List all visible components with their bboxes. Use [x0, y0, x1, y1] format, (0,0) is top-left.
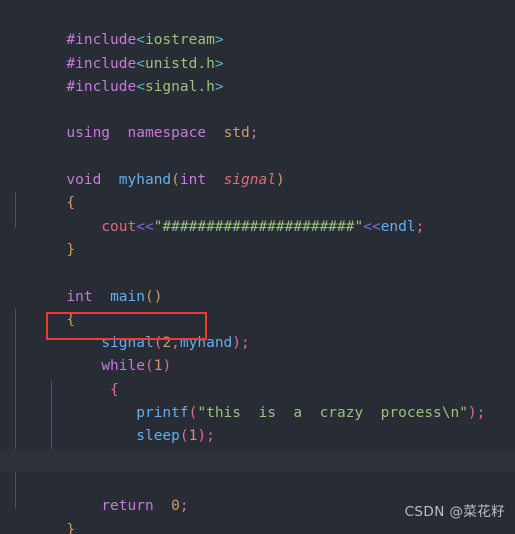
code-line[interactable]: cout<<"######################"<<endl;	[0, 192, 515, 235]
code-line-blank-active[interactable]	[0, 448, 515, 472]
code-lines[interactable]: #include<iostream> #include<unistd.h> #i…	[0, 0, 515, 534]
token-brace-close: }	[66, 521, 76, 534]
code-line[interactable]: sleep(1);	[0, 402, 515, 444]
code-line-blank[interactable]	[0, 122, 515, 145]
csdn-watermark: CSDN @菜花籽	[404, 503, 505, 520]
code-line[interactable]: while(1)	[0, 332, 515, 374]
code-line-blank[interactable]	[0, 239, 515, 262]
code-editor[interactable]: #include<iostream> #include<unistd.h> #i…	[0, 0, 515, 534]
code-line[interactable]: {	[0, 286, 515, 328]
code-line[interactable]: #include<unistd.h>	[0, 29, 515, 72]
code-line[interactable]: {	[0, 355, 515, 398]
code-line-blank[interactable]	[0, 76, 515, 99]
code-line[interactable]: }	[0, 216, 515, 258]
code-line[interactable]: {	[0, 169, 515, 211]
code-line[interactable]: return 0;	[0, 472, 515, 514]
code-line[interactable]: #include<iostream>	[0, 6, 515, 48]
code-line[interactable]: printf("this is a crazy process\n");	[0, 379, 515, 421]
code-line[interactable]: void myhand(int signal)	[0, 146, 515, 188]
code-line[interactable]: }	[0, 425, 515, 468]
code-line[interactable]: #include<signal.h>	[0, 53, 515, 95]
code-line[interactable]: int main()	[0, 262, 515, 305]
code-line[interactable]: using namespace std;	[0, 99, 515, 141]
code-line-signal-call[interactable]: signal(2,myhand);	[0, 309, 515, 351]
